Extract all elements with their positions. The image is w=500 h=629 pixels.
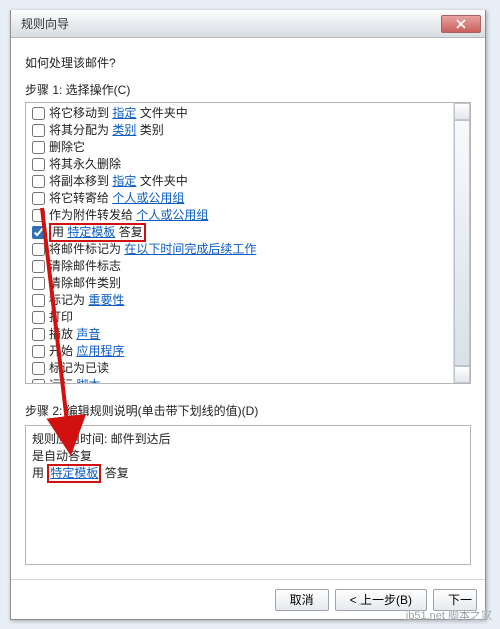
action-label: 开始 应用程序 xyxy=(49,343,124,360)
action-link[interactable]: 类别 xyxy=(112,123,136,137)
action-checkbox[interactable] xyxy=(32,158,45,171)
action-row: 将它转寄给 个人或公用组 xyxy=(30,190,470,207)
action-link[interactable]: 特定模板 xyxy=(67,225,115,239)
action-checkbox[interactable] xyxy=(32,311,45,324)
action-label: 运行 脚本 xyxy=(49,377,100,384)
action-link[interactable]: 重要性 xyxy=(88,293,124,307)
action-row: 将其分配为 类别 类别 xyxy=(30,122,470,139)
action-label: 标记为 重要性 xyxy=(49,292,124,309)
action-row: 播放 声音 xyxy=(30,326,470,343)
scroll-thumb[interactable] xyxy=(454,120,470,366)
action-row: 运行 脚本 xyxy=(30,377,470,384)
cancel-button[interactable]: 取消 xyxy=(275,589,329,611)
action-checkbox[interactable] xyxy=(32,226,45,239)
rule-description-box: 规则应用时间: 邮件到达后 是自动答复 用 特定模板 答复 xyxy=(25,425,471,565)
action-label: 用 特定模板 答复 xyxy=(49,223,146,242)
action-checkbox[interactable] xyxy=(32,362,45,375)
action-link[interactable]: 应用程序 xyxy=(76,344,124,358)
action-checkbox[interactable] xyxy=(32,107,45,120)
watermark: jb51.net 脚本之家 xyxy=(406,607,492,623)
action-row: 标记为 重要性 xyxy=(30,292,470,309)
action-row: 将邮件标记为 在以下时间完成后续工作 xyxy=(30,241,470,258)
action-checkbox[interactable] xyxy=(32,260,45,273)
action-row: 用 特定模板 答复 xyxy=(30,224,470,241)
action-label: 作为附件转发给 个人或公用组 xyxy=(49,207,208,224)
dialog-window: 规则向导 如何处理该邮件? 步骤 1: 选择操作(C) 将它移动到 指定 文件夹… xyxy=(10,10,486,620)
action-checkbox[interactable] xyxy=(32,328,45,341)
action-label: 删除它 xyxy=(49,139,85,156)
action-row: 清除邮件标志 xyxy=(30,258,470,275)
action-label: 将其永久删除 xyxy=(49,156,121,173)
action-row: 标记为已读 xyxy=(30,360,470,377)
close-button[interactable] xyxy=(441,15,481,33)
action-checkbox[interactable] xyxy=(32,209,45,222)
window-title: 规则向导 xyxy=(21,15,69,32)
action-label: 将它移动到 指定 文件夹中 xyxy=(49,105,188,122)
scroll-up-button[interactable] xyxy=(454,103,470,120)
prompt-text: 如何处理该邮件? xyxy=(25,54,471,71)
scrollbar[interactable] xyxy=(453,103,470,383)
action-row: 作为附件转发给 个人或公用组 xyxy=(30,207,470,224)
action-link[interactable]: 指定 xyxy=(112,174,136,188)
action-label: 清除邮件类别 xyxy=(49,275,121,292)
action-row: 打印 xyxy=(30,309,470,326)
dialog-body: 如何处理该邮件? 步骤 1: 选择操作(C) 将它移动到 指定 文件夹中将其分配… xyxy=(11,38,485,565)
action-list: 将它移动到 指定 文件夹中将其分配为 类别 类别删除它将其永久删除将副本移到 指… xyxy=(25,102,471,384)
action-link[interactable]: 在以下时间完成后续工作 xyxy=(124,242,256,256)
action-checkbox[interactable] xyxy=(32,141,45,154)
action-row: 开始 应用程序 xyxy=(30,343,470,360)
action-row: 将副本移到 指定 文件夹中 xyxy=(30,173,470,190)
action-row: 将其永久删除 xyxy=(30,156,470,173)
action-label: 将其分配为 类别 类别 xyxy=(49,122,164,139)
scroll-down-button[interactable] xyxy=(454,366,470,383)
template-link[interactable]: 特定模板 xyxy=(50,466,98,480)
action-row: 将它移动到 指定 文件夹中 xyxy=(30,105,470,122)
action-checkbox[interactable] xyxy=(32,345,45,358)
action-checkbox[interactable] xyxy=(32,175,45,188)
action-row: 清除邮件类别 xyxy=(30,275,470,292)
action-checkbox[interactable] xyxy=(32,379,45,384)
action-link[interactable]: 声音 xyxy=(76,327,100,341)
desc-line-2: 是自动答复 xyxy=(32,447,464,464)
action-label: 清除邮件标志 xyxy=(49,258,121,275)
titlebar: 规则向导 xyxy=(11,10,485,38)
action-label: 将副本移到 指定 文件夹中 xyxy=(49,173,188,190)
action-link[interactable]: 脚本 xyxy=(76,378,100,384)
action-checkbox[interactable] xyxy=(32,294,45,307)
action-label: 打印 xyxy=(49,309,73,326)
action-row: 删除它 xyxy=(30,139,470,156)
action-label: 标记为已读 xyxy=(49,360,109,377)
action-checkbox[interactable] xyxy=(32,243,45,256)
desc-line-3: 用 特定模板 答复 xyxy=(32,464,464,483)
action-checkbox[interactable] xyxy=(32,277,45,290)
step2-label: 步骤 2: 编辑规则说明(单击带下划线的值)(D) xyxy=(25,402,471,419)
action-link[interactable]: 个人或公用组 xyxy=(136,208,208,222)
action-checkbox[interactable] xyxy=(32,192,45,205)
action-label: 将邮件标记为 在以下时间完成后续工作 xyxy=(49,241,256,258)
action-label: 将它转寄给 个人或公用组 xyxy=(49,190,184,207)
action-checkbox[interactable] xyxy=(32,124,45,137)
action-link[interactable]: 个人或公用组 xyxy=(112,191,184,205)
desc-line-1: 规则应用时间: 邮件到达后 xyxy=(32,430,464,447)
close-icon xyxy=(456,19,466,29)
action-link[interactable]: 指定 xyxy=(112,106,136,120)
step1-label: 步骤 1: 选择操作(C) xyxy=(25,81,471,98)
action-label: 播放 声音 xyxy=(49,326,100,343)
